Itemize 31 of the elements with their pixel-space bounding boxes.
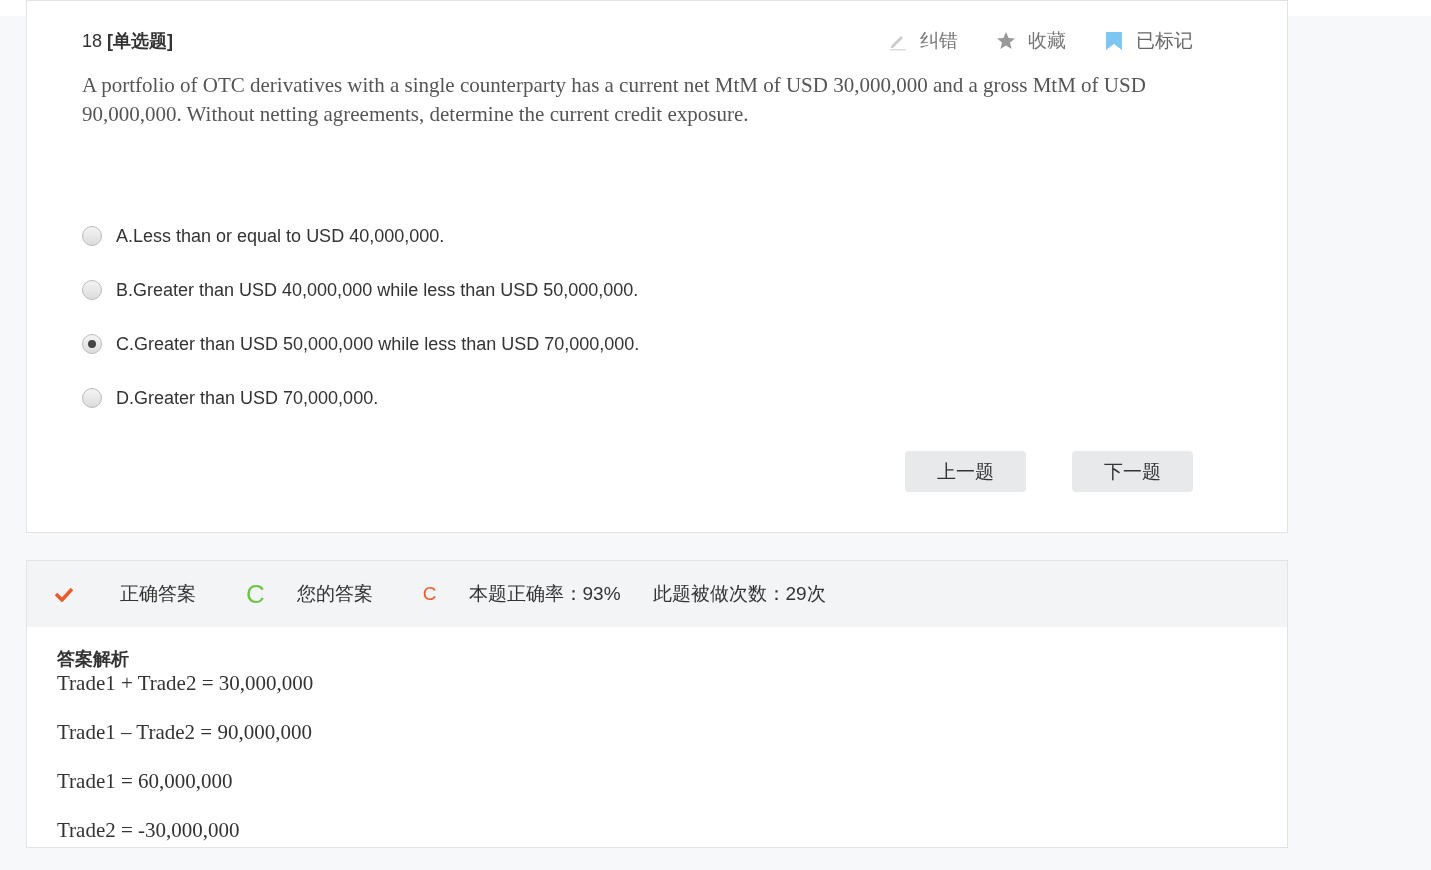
analysis-line: Trade2 = -30,000,000	[57, 818, 241, 843]
correct-answer: C	[246, 578, 265, 610]
radio-button[interactable]	[82, 226, 102, 246]
radio-button[interactable]	[82, 280, 102, 300]
your-answer: C	[422, 583, 437, 605]
question-text: A portfolio of OTC derivatives with a single counterparty has a current net MtM of USD 30,000,000 and a gross MtM of USD 90,000,000. Without netting agreements, determine the current credit exposure.	[82, 72, 1147, 128]
radio-button[interactable]	[82, 334, 102, 354]
star-icon	[996, 31, 1016, 51]
tool-label: 已标记	[1136, 29, 1193, 53]
option-text: D.Greater than USD 70,000,000.	[116, 387, 379, 409]
analysis-line: Trade1 = 60,000,000	[57, 769, 234, 794]
option-text: A.Less than or equal to USD 40,000,000.	[116, 225, 445, 247]
toolbar-link[interactable]: 纠错	[888, 28, 958, 54]
analysis-line: Trade1 + Trade2 = 30,000,000	[57, 671, 315, 696]
attempt-count: 此题被做次数：29次	[652, 582, 826, 606]
your-answer-label: 您的答案	[296, 582, 373, 606]
radio-button[interactable]	[82, 388, 102, 408]
toolbar-link[interactable]: 收藏	[996, 28, 1066, 54]
bookmark-icon	[1104, 31, 1124, 51]
correct-answer-label: 正确答案	[120, 582, 196, 606]
question-number: 18 [单选题]	[82, 30, 174, 53]
option-text: B.Greater than USD 40,000,000 while less than USD 50,000,000.	[116, 279, 639, 301]
accuracy-rate: 本题正确率：93%	[468, 582, 621, 606]
tool-label: 纠错	[920, 29, 958, 53]
toolbar-link[interactable]: 已标记	[1104, 28, 1193, 54]
analysis-title: 答案解析	[57, 648, 130, 671]
option-text: C.Greater than USD 50,000,000 while less than USD 70,000,000.	[116, 333, 640, 355]
analysis-line: Trade1 – Trade2 = 90,000,000	[57, 720, 313, 745]
nav-button[interactable]: 上一题	[905, 451, 1026, 492]
tool-label: 收藏	[1028, 29, 1066, 53]
nav-button[interactable]: 下一题	[1072, 451, 1193, 492]
